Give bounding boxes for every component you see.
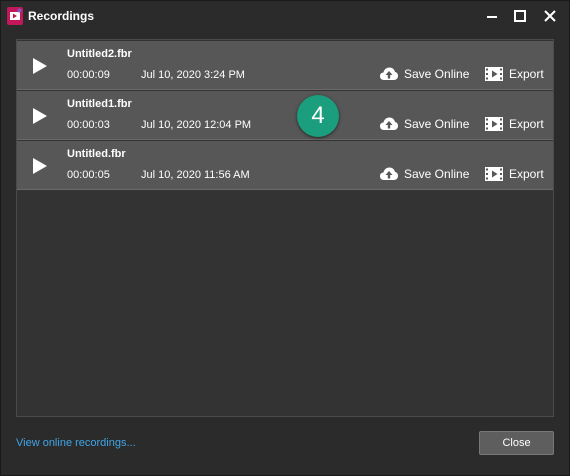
recording-name: Untitled.fbr — [67, 148, 126, 160]
play-icon[interactable] — [31, 156, 49, 176]
minimize-icon[interactable] — [483, 7, 501, 25]
cloud-upload-icon — [380, 167, 398, 180]
film-export-icon — [485, 117, 503, 131]
export-label: Export — [509, 167, 544, 181]
save-online-label: Save Online — [404, 117, 470, 131]
recording-name: Untitled1.fbr — [67, 98, 132, 110]
export-button[interactable]: Export — [485, 114, 544, 134]
recording-name: Untitled2.fbr — [67, 48, 132, 60]
recording-duration: 00:00:03 — [67, 119, 110, 131]
save-online-button[interactable]: Save Online — [379, 164, 469, 184]
play-icon[interactable] — [31, 106, 49, 126]
cloud-upload-icon — [380, 67, 398, 80]
recording-row[interactable]: Untitled1.fbr 00:00:03 Jul 10, 2020 12:0… — [17, 91, 553, 140]
export-button[interactable]: Export — [485, 64, 544, 84]
save-online-button[interactable]: Save Online — [379, 64, 469, 84]
step-number-badge: 4 — [297, 95, 339, 137]
maximize-icon[interactable] — [511, 7, 529, 25]
close-button[interactable]: Close — [479, 431, 554, 455]
recording-row[interactable]: Untitled.fbr 00:00:05 Jul 10, 2020 11:56… — [17, 141, 553, 190]
recording-date: Jul 10, 2020 11:56 AM — [141, 169, 250, 181]
export-label: Export — [509, 67, 544, 81]
save-online-button[interactable]: Save Online — [379, 114, 469, 134]
export-label: Export — [509, 117, 544, 131]
recording-date: Jul 10, 2020 12:04 PM — [141, 119, 252, 131]
export-button[interactable]: Export — [485, 164, 544, 184]
recordings-list: Untitled2.fbr 00:00:09 Jul 10, 2020 3:24… — [16, 39, 554, 417]
film-export-icon — [485, 67, 503, 81]
play-icon[interactable] — [31, 56, 49, 76]
film-export-icon — [485, 167, 503, 181]
recordings-window: Recordings Untitled2.fbr 00:00:09 Jul 10… — [0, 0, 570, 476]
app-logo-icon — [7, 7, 23, 25]
recording-date: Jul 10, 2020 3:24 PM — [141, 69, 245, 81]
title-bar: Recordings — [1, 1, 569, 31]
window-title: Recordings — [28, 9, 95, 23]
save-online-label: Save Online — [404, 167, 470, 181]
recording-row[interactable]: Untitled2.fbr 00:00:09 Jul 10, 2020 3:24… — [17, 41, 553, 90]
recording-duration: 00:00:05 — [67, 169, 110, 181]
close-window-icon[interactable] — [541, 7, 559, 25]
view-online-recordings-link[interactable]: View online recordings... — [16, 437, 136, 449]
save-online-label: Save Online — [404, 67, 470, 81]
recording-duration: 00:00:09 — [67, 69, 110, 81]
cloud-upload-icon — [380, 117, 398, 130]
